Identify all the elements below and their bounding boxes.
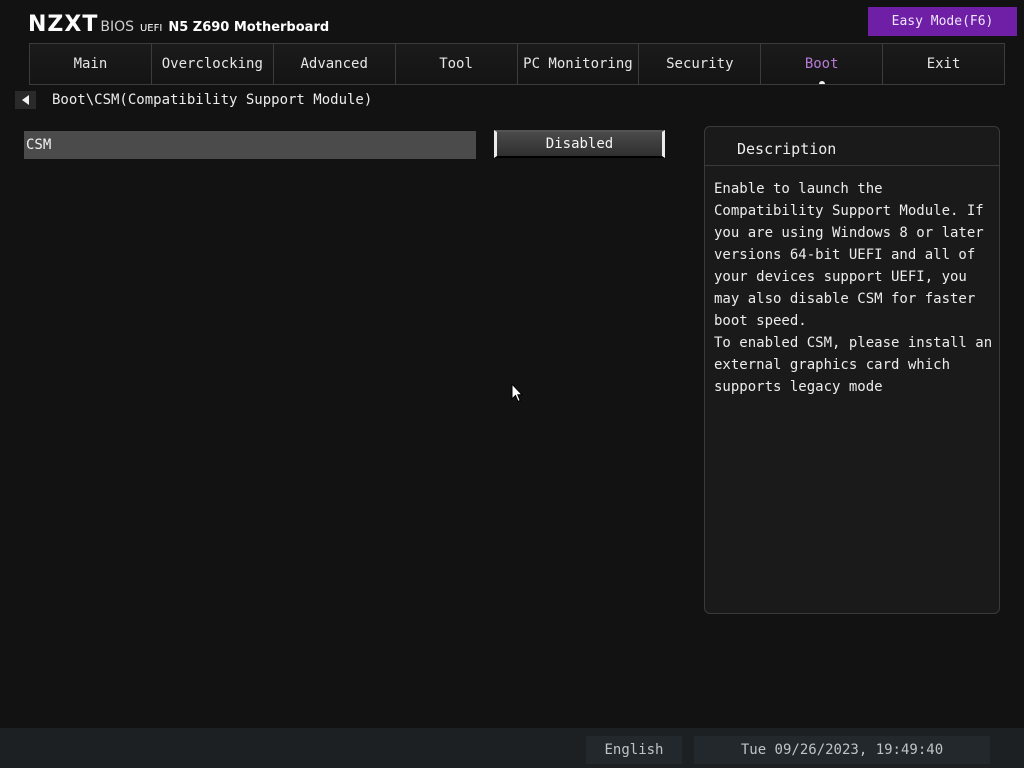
back-button[interactable] — [15, 91, 36, 109]
easy-mode-button[interactable]: Easy Mode(F6) — [868, 7, 1017, 36]
description-line: versions 64-bit UEFI and all of — [714, 247, 976, 263]
tab-overclocking[interactable]: Overclocking — [150, 43, 273, 85]
description-line: your devices support UEFI, you — [714, 269, 967, 285]
description-line: Enable to launch the — [714, 181, 883, 197]
description-line: may also disable CSM for faster — [714, 291, 976, 307]
bios-screen: NZXT BIOS UEFI N5 Z690 Motherboard Easy … — [0, 0, 1024, 768]
description-title: Description — [705, 127, 999, 166]
tab-advanced[interactable]: Advanced — [272, 43, 395, 85]
brand-header: NZXT BIOS UEFI N5 Z690 Motherboard — [28, 12, 329, 40]
back-arrow-icon — [22, 95, 29, 105]
tab-label: PC Monitoring — [523, 56, 633, 72]
tab-label: Exit — [926, 56, 961, 72]
tab-pc-monitoring[interactable]: PC Monitoring — [516, 43, 639, 85]
description-text: Enable to launch the Compatibility Suppo… — [705, 166, 999, 398]
tab-label: Overclocking — [161, 56, 263, 72]
tab-exit[interactable]: Exit — [882, 43, 1005, 85]
brand-uefi-label: UEFI — [139, 23, 163, 34]
tab-boot[interactable]: Boot — [760, 43, 883, 85]
description-panel: Description Enable to launch the Compati… — [704, 126, 1000, 614]
brand-logo: NZXT — [28, 12, 99, 37]
mouse-cursor-icon — [511, 383, 523, 403]
motherboard-model: N5 Z690 Motherboard — [168, 20, 330, 35]
description-line: supports legacy mode — [714, 379, 883, 395]
description-line: Compatibility Support Module. If — [714, 203, 984, 219]
csm-value-selector[interactable]: Disabled — [494, 130, 665, 158]
tab-label: Boot — [804, 56, 839, 72]
main-nav: Main Overclocking Advanced Tool PC Monit… — [29, 43, 1005, 85]
language-selector[interactable]: English — [586, 736, 682, 764]
description-line: To enabled CSM, please install an — [714, 335, 993, 351]
description-line: boot speed. — [714, 313, 807, 329]
description-line: external graphics card which — [714, 357, 951, 373]
tab-label: Advanced — [300, 56, 368, 72]
system-datetime: Tue 09/26/2023, 19:49:40 — [694, 736, 990, 764]
tab-main[interactable]: Main — [29, 43, 151, 85]
tab-label: Tool — [439, 56, 473, 72]
brand-bios-label: BIOS — [100, 19, 134, 35]
csm-setting-row[interactable]: CSM — [24, 131, 476, 159]
breadcrumb: Boot\CSM(Compatibility Support Module) — [52, 92, 373, 108]
tab-label: Security — [666, 56, 734, 72]
description-line: you are using Windows 8 or later — [714, 225, 984, 241]
tab-tool[interactable]: Tool — [394, 43, 517, 85]
tab-label: Main — [73, 56, 108, 72]
tab-security[interactable]: Security — [638, 43, 761, 85]
active-tab-indicator — [818, 81, 825, 84]
